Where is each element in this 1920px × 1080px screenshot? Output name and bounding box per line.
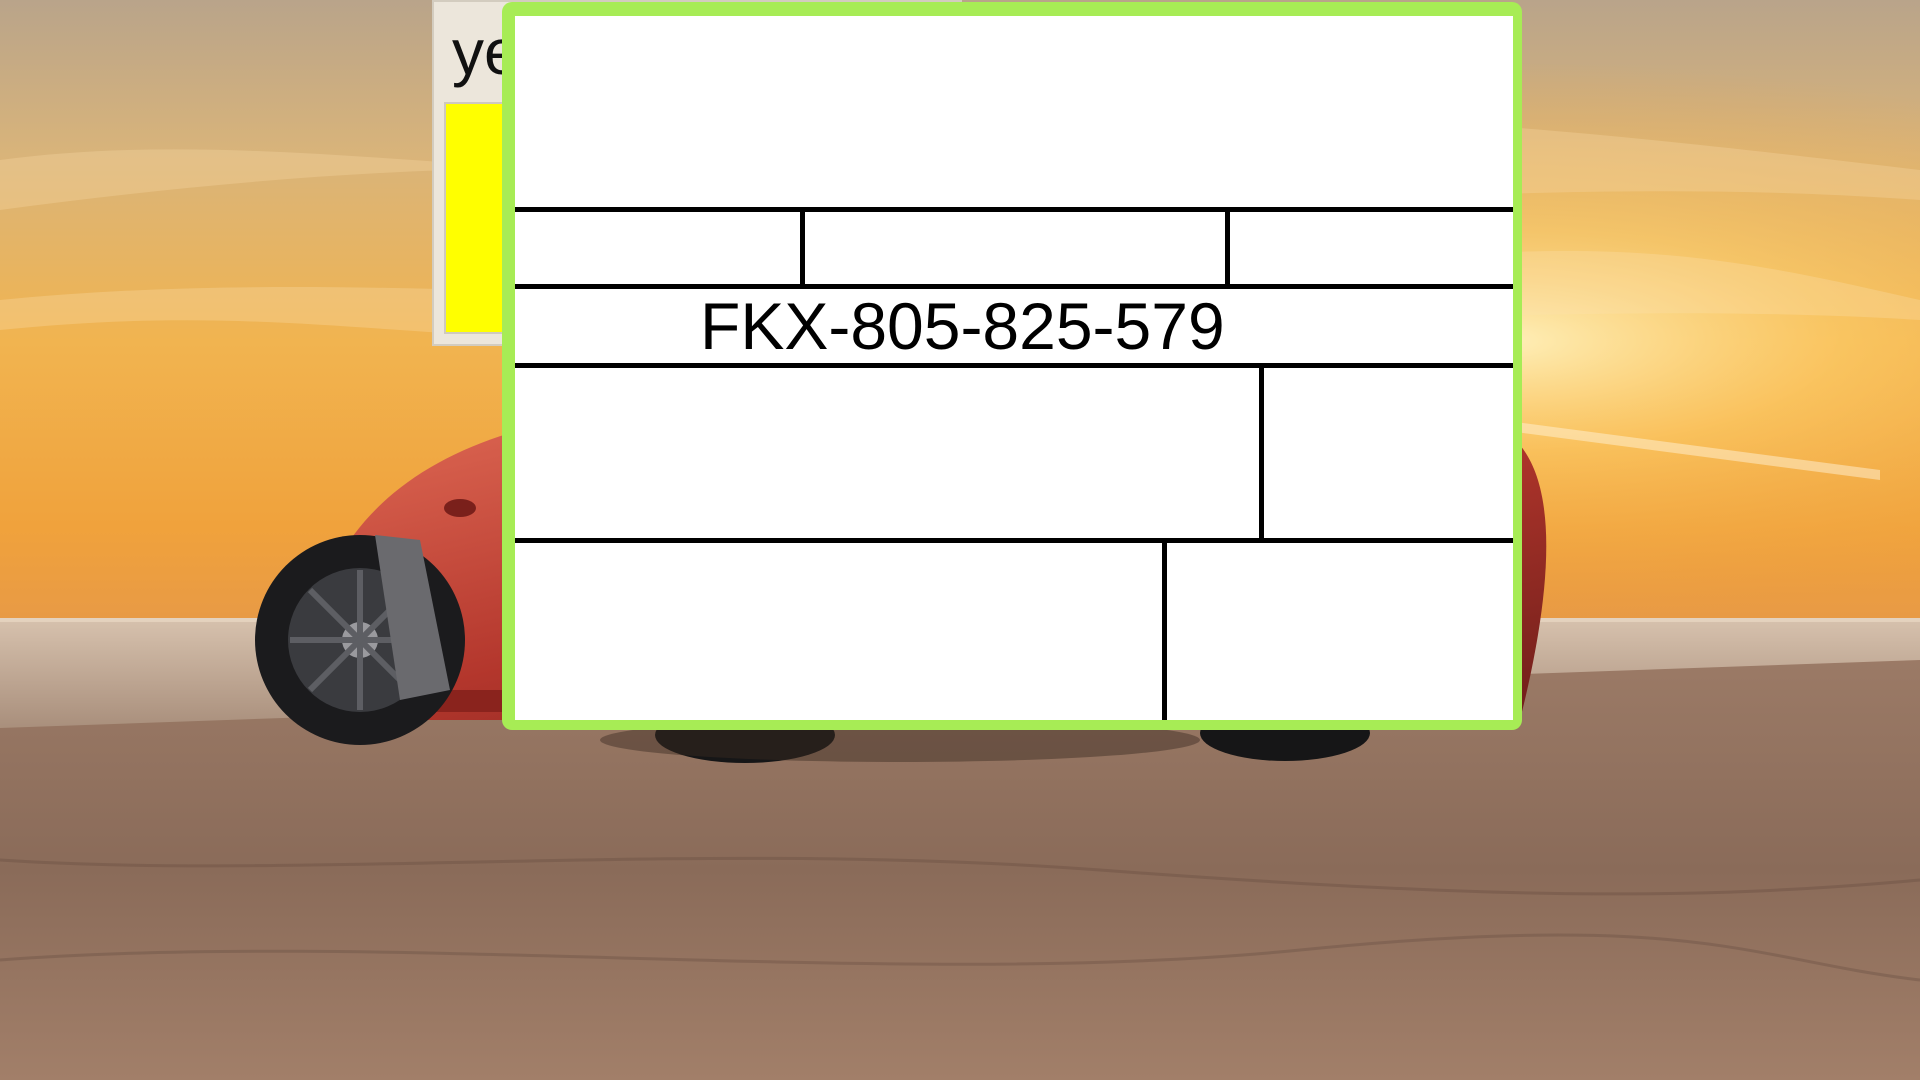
reference-code: FKX-805-825-579: [700, 289, 1225, 363]
form-cell[interactable]: [1167, 543, 1513, 720]
form-cell[interactable]: [1264, 368, 1513, 538]
form-table: FKX-805-825-579: [515, 16, 1513, 720]
code-cell[interactable]: FKX-805-825-579: [515, 289, 1513, 363]
form-cell[interactable]: [515, 368, 1259, 538]
form-cell[interactable]: [515, 212, 800, 284]
form-cell[interactable]: [805, 212, 1225, 284]
form-window[interactable]: FKX-805-825-579: [502, 2, 1522, 730]
form-header-cell[interactable]: [515, 16, 1513, 207]
form-cell[interactable]: [515, 543, 1162, 720]
form-cell[interactable]: [1230, 212, 1513, 284]
